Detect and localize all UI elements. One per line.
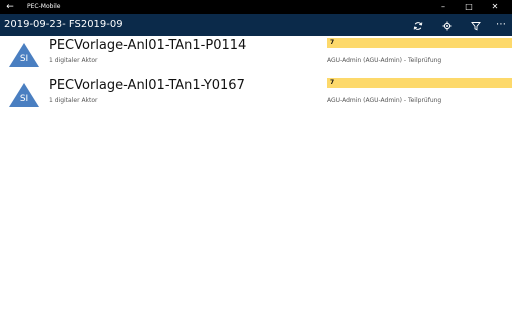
item-subtitle: 1 digitaler Aktor: [49, 97, 98, 104]
more-icon[interactable]: ⋯: [488, 14, 512, 36]
avatar-label: SI: [19, 54, 29, 64]
app-header: 2019-09-23- FS2019-09 ⋯: [0, 14, 512, 36]
avatar: SI: [8, 42, 40, 68]
location-icon[interactable]: [434, 14, 460, 36]
avatar-label: SI: [19, 94, 29, 104]
minimize-icon[interactable]: –: [430, 0, 456, 14]
maximize-icon[interactable]: □: [456, 0, 482, 14]
status-badge: 7: [327, 38, 512, 48]
item-subtitle: 1 digitaler Aktor: [49, 57, 98, 64]
status-badge: 7: [327, 78, 512, 88]
sync-icon[interactable]: [405, 14, 431, 36]
title-bar: ← PEC-Mobile – □ ✕: [0, 0, 512, 14]
close-icon[interactable]: ✕: [482, 0, 508, 14]
back-arrow-icon[interactable]: ←: [0, 0, 20, 14]
item-title: PECVorlage-Anl01-TAn1-P0114: [49, 38, 247, 53]
avatar: SI: [8, 82, 40, 108]
item-title: PECVorlage-Anl01-TAn1-Y0167: [49, 78, 245, 93]
app-title: PEC-Mobile: [27, 3, 61, 10]
page-title: 2019-09-23- FS2019-09: [4, 19, 123, 30]
item-meta: AGU-Admin (AGU-Admin) - Teilprüfung: [327, 97, 442, 104]
list-item[interactable]: SI PECVorlage-Anl01-TAn1-Y0167 1 digital…: [0, 77, 512, 123]
filter-icon[interactable]: [463, 14, 489, 36]
item-meta: AGU-Admin (AGU-Admin) - Teilprüfung: [327, 57, 442, 64]
